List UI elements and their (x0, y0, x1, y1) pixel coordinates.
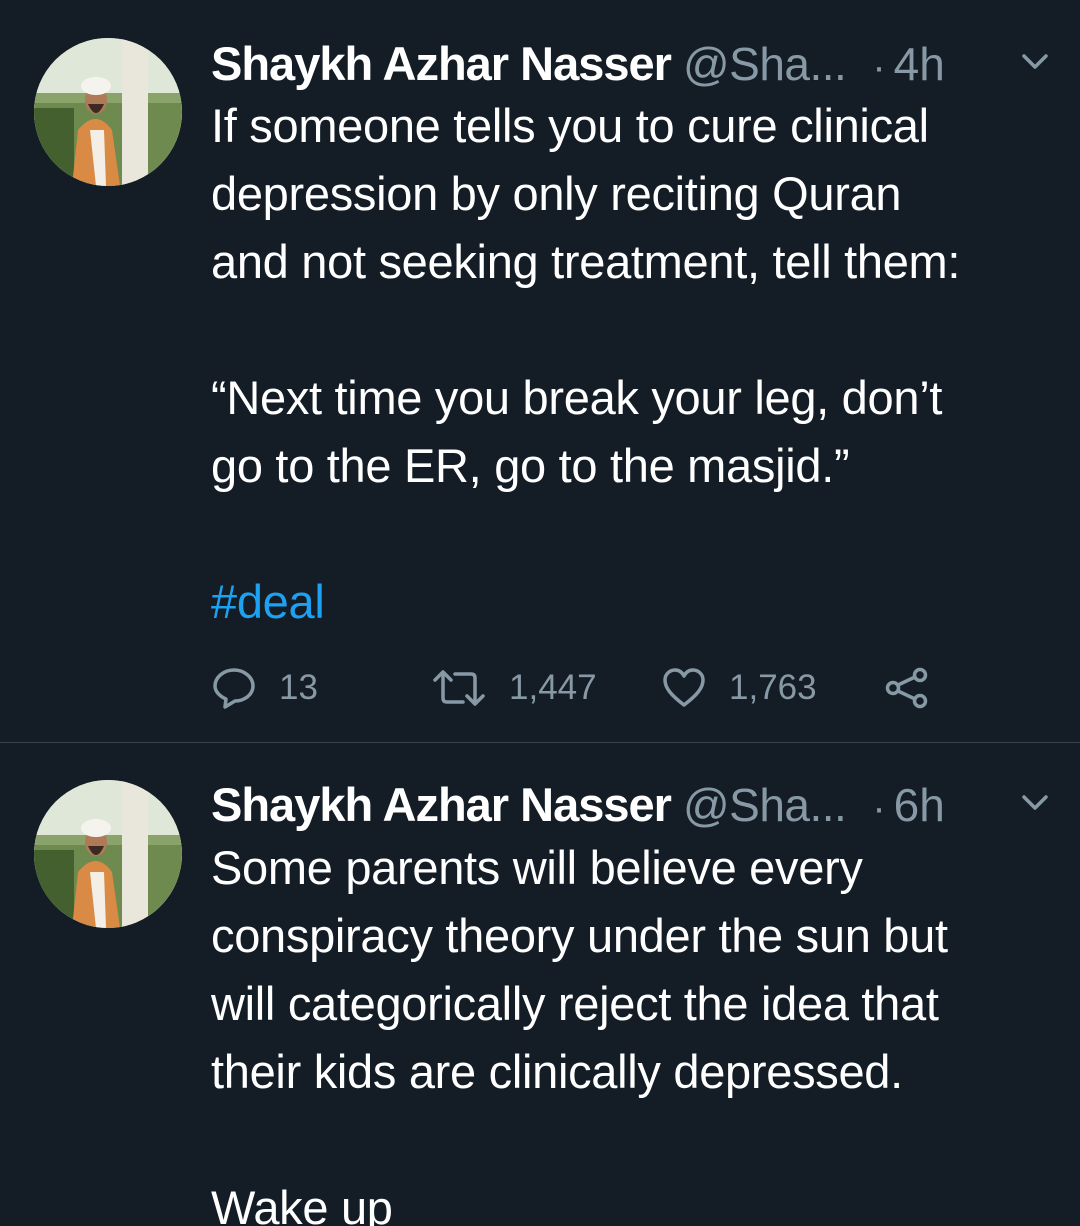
timestamp[interactable]: 4h (894, 37, 945, 91)
tweet-text-line: “Next time you break your leg, don’t (211, 371, 943, 424)
avatar[interactable] (34, 780, 182, 928)
author-name[interactable]: Shaykh Azhar Nasser (211, 777, 672, 832)
tweet-text-line (211, 1106, 1061, 1174)
timeline: Shaykh Azhar Nasser @Sha... · 4h If some… (0, 0, 1080, 1226)
tweet-text-line: will categorically reject the idea that (211, 977, 939, 1030)
tweet-text-line: Some parents will believe every (211, 841, 863, 894)
share-button[interactable] (884, 664, 930, 712)
tweet-text-line: and not seeking treatment, tell them: (211, 235, 961, 288)
tweet-text-line: Wake up (211, 1181, 393, 1226)
chevron-down-icon[interactable] (1019, 50, 1051, 74)
tweet-text: If someone tells you to cure clinical de… (211, 92, 1061, 636)
tweet-text-line (211, 296, 1061, 364)
tweet-text-line: go to the ER, go to the masjid.” (211, 439, 850, 492)
reply-button[interactable]: 13 (211, 664, 318, 712)
author-handle[interactable]: @Sha... (683, 37, 847, 91)
tweet-text-line: their kids are clinically depressed. (211, 1045, 903, 1098)
retweet-count: 1,447 (509, 668, 597, 707)
tweet-text: Some parents will believe every conspira… (211, 834, 1061, 1226)
tweet-text-line: depression by only reciting Quran (211, 167, 902, 220)
tweet-header: Shaykh Azhar Nasser @Sha... · 4h (211, 36, 1051, 90)
author-handle[interactable]: @Sha... (683, 778, 847, 832)
heart-icon (661, 666, 707, 710)
tweet-actions: 13 1,447 1,763 (211, 664, 971, 712)
like-count: 1,763 (729, 668, 817, 707)
reply-icon (211, 666, 257, 710)
retweet-icon (431, 666, 487, 710)
tweet-text-line: If someone tells you to cure clinical (211, 99, 929, 152)
separator-dot: · (872, 786, 886, 830)
like-button[interactable]: 1,763 (661, 664, 817, 712)
timestamp[interactable]: 6h (894, 778, 945, 832)
tweet-header: Shaykh Azhar Nasser @Sha... · 6h (211, 777, 1051, 831)
hashtag-link[interactable]: #deal (211, 568, 1061, 636)
author-name[interactable]: Shaykh Azhar Nasser (211, 36, 672, 91)
avatar[interactable] (34, 38, 182, 186)
tweet-text-line (211, 500, 1061, 568)
avatar-image (34, 780, 182, 928)
tweet[interactable]: Shaykh Azhar Nasser @Sha... · 4h If some… (0, 0, 1080, 742)
tweet-text-line: conspiracy theory under the sun but (211, 909, 948, 962)
avatar-image (34, 38, 182, 186)
retweet-button[interactable]: 1,447 (431, 664, 597, 712)
chevron-down-icon[interactable] (1019, 791, 1051, 815)
reply-count: 13 (279, 668, 318, 707)
separator-dot: · (872, 45, 886, 89)
share-icon (884, 666, 930, 710)
